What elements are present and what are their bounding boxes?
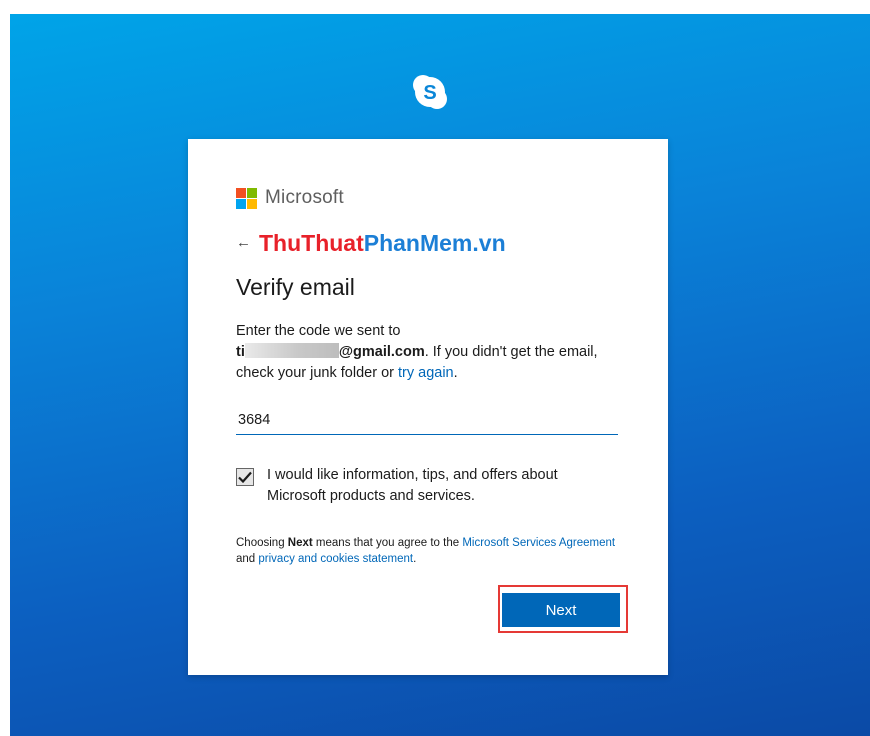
try-again-link[interactable]: try again [398, 365, 454, 381]
logo-square-yellow [247, 198, 257, 209]
page-title: Verify email [236, 274, 355, 300]
watermark-blue-part: PhanMem.vn [363, 230, 506, 256]
description-intro: Enter the code we sent to [236, 323, 401, 339]
marketing-opt-in: I would like information, tips, and offe… [236, 465, 612, 507]
watermark-red-part: ThuThuat [259, 230, 364, 256]
skype-icon: S [413, 75, 447, 109]
terms-and: and [236, 553, 259, 565]
terms-end: . [413, 553, 417, 565]
email-redaction-mask [244, 343, 339, 358]
marketing-checkbox-label: I would like information, tips, and offe… [267, 467, 558, 504]
logo-square-red [236, 187, 246, 198]
microsoft-logo: Microsoft [236, 187, 344, 209]
terms-middle: means that you agree to the [312, 537, 463, 549]
microsoft-squares-icon [236, 187, 257, 209]
logo-square-green [247, 187, 257, 198]
signin-card: Microsoft ← ThuThuatPhanMem.vn Verify em… [188, 139, 668, 675]
verify-description: Enter the code we sent to ti @gmail.com. … [236, 321, 621, 384]
email-suffix: @gmail.com [338, 344, 425, 360]
microsoft-wordmark: Microsoft [265, 187, 344, 208]
services-agreement-link[interactable]: Microsoft Services Agreement [462, 537, 615, 549]
description-end: . [453, 365, 458, 381]
back-row: ← ThuThuatPhanMem.vn [236, 229, 506, 257]
logo-square-blue [236, 198, 246, 209]
checkmark-icon [238, 471, 252, 483]
watermark: ThuThuatPhanMem.vn [259, 229, 506, 257]
email-prefix: ti [236, 344, 245, 360]
terms-text: Choosing Next means that you agree to th… [236, 535, 616, 567]
next-button[interactable]: Next [502, 593, 620, 627]
terms-bold-next: Next [287, 537, 313, 549]
privacy-statement-link[interactable]: privacy and cookies statement [258, 553, 413, 565]
verification-code-input[interactable] [236, 405, 618, 435]
marketing-checkbox[interactable] [236, 468, 254, 486]
skype-logo-letter: S [423, 82, 436, 104]
back-arrow-icon[interactable]: ← [236, 235, 251, 251]
terms-prefix: Choosing [236, 537, 288, 549]
